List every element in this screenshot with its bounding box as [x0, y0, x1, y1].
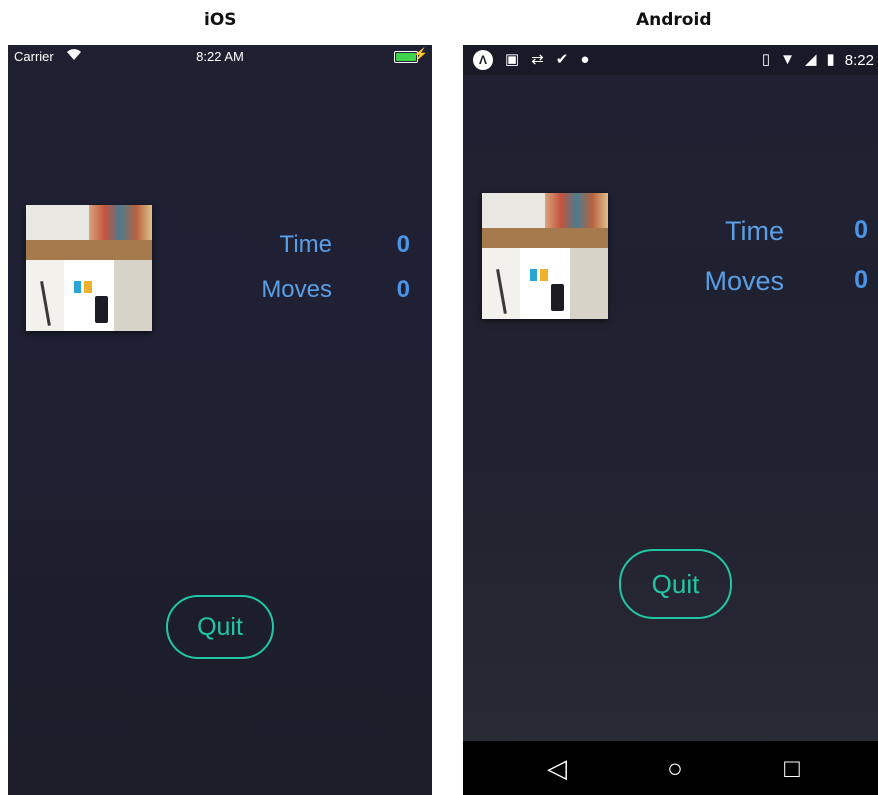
moves-label: Moves	[704, 266, 784, 296]
status-time: 8:22	[844, 51, 874, 69]
no-signal-icon: ◢	[804, 51, 817, 68]
recents-icon[interactable]: □	[778, 754, 806, 782]
app-notification-icon: Λ	[473, 50, 493, 70]
time-value: 0	[854, 216, 868, 244]
time-label: Time	[279, 231, 332, 258]
puzzle-preview-image	[482, 193, 608, 319]
status-time: 8:22 AM	[196, 49, 244, 64]
android-status-bar: Λ ▣ ⇄ ✔ ● ▯ ▼ ◢ ▮ 8:22	[463, 45, 878, 75]
ios-status-bar: Carrier 8:22 AM ⚡	[8, 45, 432, 67]
sync-notification-icon: ⇄	[531, 51, 544, 68]
ios-screen: Carrier 8:22 AM ⚡ Time 0 Moves 0 Quit	[8, 45, 432, 795]
checklist-notification-icon: ✔	[555, 51, 569, 68]
vibrate-icon: ▯	[761, 51, 771, 68]
charging-icon: ⚡	[413, 47, 428, 61]
moves-value: 0	[396, 276, 410, 303]
time-label: Time	[725, 216, 784, 246]
puzzle-preview-image	[26, 205, 152, 331]
image-notification-icon: ▣	[505, 51, 520, 68]
moves-label: Moves	[261, 276, 332, 303]
android-debug-icon: ●	[580, 51, 590, 68]
android-nav-bar: ◁ ○ □	[463, 741, 878, 795]
quit-button[interactable]: Quit	[619, 549, 732, 619]
moves-value: 0	[854, 266, 868, 294]
android-screen: Λ ▣ ⇄ ✔ ● ▯ ▼ ◢ ▮ 8:22 Time 0 Moves 0 Qu…	[463, 45, 878, 795]
battery-icon: ▮	[826, 51, 835, 68]
back-icon[interactable]: ◁	[543, 754, 571, 782]
wifi-icon: ▼	[780, 51, 795, 68]
home-icon[interactable]: ○	[661, 754, 689, 782]
time-value: 0	[396, 231, 410, 258]
ios-panel-title: iOS	[204, 10, 237, 30]
android-panel-title: Android	[636, 10, 712, 30]
quit-button[interactable]: Quit	[166, 595, 274, 659]
